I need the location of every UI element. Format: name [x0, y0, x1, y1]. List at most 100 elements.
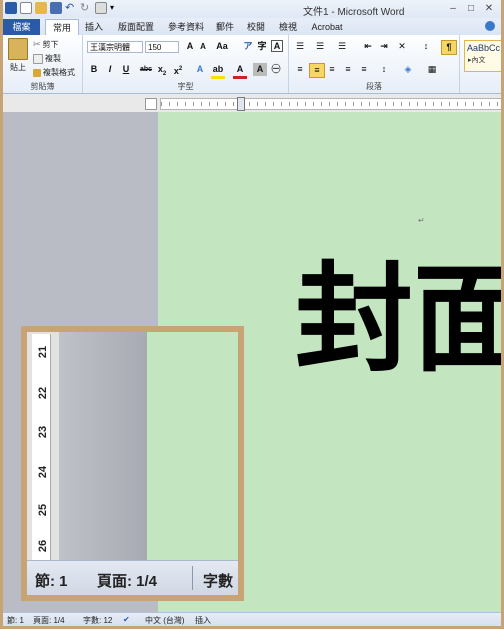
bullets-button[interactable]: ☰: [293, 40, 307, 53]
ribbon: 貼上 ✂ 剪下 複製 複製格式 剪貼簿 王漢宗明體 150 A A Aa ア 字: [3, 35, 501, 94]
minimize-icon[interactable]: –: [445, 1, 461, 15]
magnified-callout: 21 22 23 24 25 26 節: 1 頁面: 1/4 字數: [21, 326, 244, 601]
tab-file[interactable]: 檔案: [3, 19, 40, 35]
print-preview-icon[interactable]: [95, 2, 107, 14]
multilevel-list-button[interactable]: ☰: [335, 40, 349, 53]
align-left-button[interactable]: ≡: [293, 63, 307, 76]
status-page[interactable]: 頁面: 1/4: [33, 615, 65, 626]
subscript-button[interactable]: x2: [155, 63, 169, 77]
mag-status-words: 字數: [203, 573, 234, 590]
center-button[interactable]: ≡: [309, 63, 325, 78]
redo-icon[interactable]: ↻: [80, 2, 92, 14]
window-controls: – □ ✕: [445, 1, 497, 15]
proofing-icon[interactable]: ✔: [123, 615, 130, 624]
asian-layout-button[interactable]: ✕: [395, 40, 409, 53]
ruler-number: 26: [37, 539, 49, 553]
distributed-button[interactable]: ≡: [357, 63, 371, 76]
tab-page-layout[interactable]: 版面配置: [113, 19, 159, 35]
line-spacing-button[interactable]: ↕: [377, 63, 391, 76]
style-preview: AaBbCc: [467, 43, 501, 53]
phonetic-guide-button[interactable]: ア: [241, 40, 255, 53]
enclose-char-button[interactable]: 字: [255, 40, 269, 53]
borders-button[interactable]: ▦: [425, 63, 439, 76]
open-icon[interactable]: [35, 2, 47, 14]
text-effects-button[interactable]: A: [193, 63, 207, 76]
ruler-tab-selector[interactable]: [145, 98, 157, 110]
brush-icon: [33, 68, 41, 77]
tab-references[interactable]: 參考資料: [163, 19, 209, 35]
ruler-number: 25: [37, 503, 49, 517]
superscript-button[interactable]: x2: [171, 63, 185, 76]
window-title: 文件1 - Microsoft Word: [303, 7, 405, 18]
font-group: 王漢宗明體 150 A A Aa ア 字 A B I U abc x2 x2 A…: [83, 35, 289, 93]
decrease-indent-button[interactable]: ⇤: [361, 40, 375, 53]
tab-view[interactable]: 檢視: [275, 19, 301, 35]
paste-button[interactable]: 貼上: [7, 38, 29, 73]
tab-home[interactable]: 常用: [45, 19, 79, 36]
magnified-ruler-strip: [32, 334, 51, 560]
font-size-combo[interactable]: 150: [145, 41, 179, 53]
save-icon[interactable]: [50, 2, 62, 14]
cut-button[interactable]: ✂ 剪下: [33, 39, 59, 50]
paragraph-group-label: 段落: [366, 82, 382, 91]
tab-mailings[interactable]: 郵件: [212, 19, 238, 35]
highlight-button[interactable]: ab: [211, 63, 225, 79]
show-marks-button[interactable]: ¶: [441, 40, 457, 55]
numbering-button[interactable]: ☰: [313, 40, 327, 53]
tab-insert[interactable]: 插入: [81, 19, 107, 35]
justify-button[interactable]: ≡: [341, 63, 355, 76]
mag-status-page: 頁面: 1/4: [97, 573, 158, 590]
tab-review[interactable]: 校閱: [243, 19, 269, 35]
ribbon-tabs: 檔案 常用 插入 版面配置 參考資料 郵件 校閱 檢視 Acrobat: [3, 18, 501, 36]
scissors-icon: ✂: [33, 39, 41, 49]
ruler-number: 22: [37, 386, 49, 400]
sort-button[interactable]: ↕: [419, 40, 433, 53]
close-icon[interactable]: ✕: [481, 1, 497, 15]
customize-qat-icon[interactable]: ▾: [110, 2, 122, 14]
word-icon[interactable]: [5, 2, 17, 14]
font-color-button[interactable]: A: [233, 63, 247, 79]
status-language[interactable]: 中文 (台灣): [145, 615, 185, 626]
horizontal-ruler[interactable]: [160, 97, 501, 111]
paste-icon: [8, 38, 28, 60]
magnified-view: 21 22 23 24 25 26 節: 1 頁面: 1/4 字數: [27, 332, 238, 595]
increase-indent-button[interactable]: ⇥: [377, 40, 391, 53]
bold-button[interactable]: B: [87, 63, 101, 76]
char-border-button[interactable]: A: [271, 40, 283, 52]
maximize-icon[interactable]: □: [463, 1, 479, 15]
format-painter-button[interactable]: 複製格式: [33, 67, 75, 78]
char-shading-button[interactable]: A: [253, 63, 267, 76]
grow-font-button[interactable]: A: [183, 40, 197, 53]
indent-marker[interactable]: [237, 97, 245, 111]
enclosed-char-button[interactable]: ㊀: [269, 63, 283, 76]
shading-button[interactable]: ◈: [401, 63, 415, 76]
cover-heading[interactable]: 封面: [295, 260, 501, 378]
undo-icon[interactable]: ↶: [65, 2, 77, 14]
ruler-ticks: [161, 102, 501, 106]
magnified-vertical-ruler: 21 22 23 24 25 26: [27, 332, 59, 560]
strikethrough-button[interactable]: abc: [139, 63, 153, 76]
ruler-number: 23: [37, 425, 49, 439]
copy-icon: [33, 53, 43, 64]
status-words[interactable]: 字數: 12: [83, 615, 112, 626]
copy-button[interactable]: 複製: [33, 53, 61, 64]
clipboard-group: 貼上 ✂ 剪下 複製 複製格式 剪貼簿: [3, 35, 83, 93]
status-mode[interactable]: 插入: [195, 615, 211, 626]
mag-status-divider: [192, 566, 193, 590]
underline-button[interactable]: U: [119, 63, 133, 76]
shrink-font-button[interactable]: A: [196, 40, 210, 53]
change-case-button[interactable]: Aa: [215, 40, 229, 53]
magnified-status-bar: 節: 1 頁面: 1/4 字數: [27, 560, 238, 595]
quick-access-toolbar: ↶ ↻ ▾: [5, 2, 122, 14]
clipboard-group-label: 剪貼簿: [30, 82, 55, 91]
align-right-button[interactable]: ≡: [325, 63, 339, 76]
new-doc-icon[interactable]: [20, 2, 32, 14]
status-section[interactable]: 節: 1: [7, 615, 24, 626]
font-name-combo[interactable]: 王漢宗明體: [87, 41, 143, 53]
tab-acrobat[interactable]: Acrobat: [307, 19, 347, 35]
italic-button[interactable]: I: [103, 63, 117, 76]
ruler-area: [3, 94, 501, 112]
help-icon[interactable]: [485, 21, 495, 31]
style-normal-tile[interactable]: AaBbCc ▸內文: [464, 40, 501, 72]
ruler-number: 24: [37, 465, 49, 479]
